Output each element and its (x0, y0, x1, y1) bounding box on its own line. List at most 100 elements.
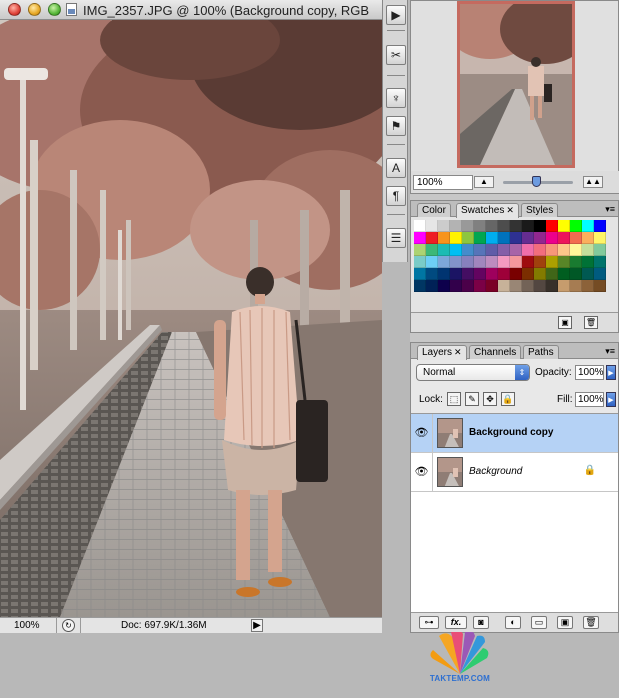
color-swatch[interactable] (558, 220, 570, 232)
color-swatch[interactable] (546, 280, 558, 292)
color-swatch[interactable] (486, 244, 498, 256)
color-swatch[interactable] (594, 232, 606, 244)
color-swatch[interactable] (414, 280, 426, 292)
color-swatch[interactable] (450, 220, 462, 232)
color-swatch[interactable] (570, 268, 582, 280)
document-proxy-icon[interactable] (66, 3, 77, 16)
color-swatch[interactable] (486, 280, 498, 292)
color-swatch[interactable] (510, 232, 522, 244)
color-swatch[interactable] (570, 232, 582, 244)
tab-swatches[interactable]: Swatches ✕ (456, 203, 519, 218)
color-swatch[interactable] (534, 232, 546, 244)
color-swatch[interactable] (582, 268, 594, 280)
tab-color[interactable]: Color (417, 203, 451, 217)
stamp-icon[interactable]: ⚑ (386, 116, 406, 136)
color-swatch[interactable] (522, 244, 534, 256)
color-swatch[interactable] (498, 280, 510, 292)
color-swatch[interactable] (474, 244, 486, 256)
color-swatch[interactable] (414, 244, 426, 256)
add-mask-icon[interactable]: ◙ (473, 616, 489, 629)
character-icon[interactable]: A (386, 158, 406, 178)
layer-style-fx-icon[interactable]: fx. (445, 616, 467, 629)
color-swatch[interactable] (522, 268, 534, 280)
color-swatch[interactable] (414, 256, 426, 268)
color-swatch[interactable] (462, 280, 474, 292)
color-swatch[interactable] (498, 256, 510, 268)
image-canvas[interactable] (0, 20, 382, 617)
zoom-out-mountain-icon[interactable]: ▲ (474, 176, 494, 188)
lock-image-pixels-icon[interactable]: ✎ (465, 392, 479, 406)
lock-position-icon[interactable]: ✥ (483, 392, 497, 406)
color-swatch[interactable] (546, 256, 558, 268)
color-swatch[interactable] (546, 232, 558, 244)
color-swatch[interactable] (426, 232, 438, 244)
color-swatch[interactable] (546, 268, 558, 280)
color-swatch[interactable] (510, 256, 522, 268)
color-swatch[interactable] (558, 232, 570, 244)
color-swatch[interactable] (462, 220, 474, 232)
color-swatch[interactable] (582, 280, 594, 292)
color-swatch[interactable] (594, 280, 606, 292)
tab-paths[interactable]: Paths (523, 345, 559, 359)
color-swatch[interactable] (498, 268, 510, 280)
navigator-thumbnail[interactable] (457, 1, 575, 168)
color-swatch[interactable] (522, 280, 534, 292)
color-swatch[interactable] (534, 268, 546, 280)
color-swatch[interactable] (462, 244, 474, 256)
lock-transparent-pixels-icon[interactable]: ⬚ (447, 392, 461, 406)
color-swatch[interactable] (570, 244, 582, 256)
delete-swatch-icon[interactable]: 🗑 (584, 316, 598, 329)
opacity-slider-arrow-icon[interactable]: ▶ (606, 365, 616, 380)
layer-row-background[interactable]: 👁 Background 🔒 (411, 453, 618, 492)
color-swatch[interactable] (426, 268, 438, 280)
color-swatch[interactable] (546, 244, 558, 256)
eye-icon[interactable]: 👁 (411, 453, 433, 491)
adjustment-layer-icon[interactable]: ◐ (505, 616, 521, 629)
color-swatch[interactable] (594, 268, 606, 280)
color-swatch[interactable] (534, 256, 546, 268)
color-swatch[interactable] (426, 220, 438, 232)
layer-row-background-copy[interactable]: 👁 Background copy (411, 414, 618, 453)
minimize-window-button[interactable] (28, 3, 41, 16)
color-swatch[interactable] (522, 232, 534, 244)
color-swatch[interactable] (570, 220, 582, 232)
play-icon[interactable]: ▶ (386, 5, 406, 25)
color-swatch[interactable] (450, 256, 462, 268)
color-swatch[interactable] (438, 256, 450, 268)
navigator-zoom-slider-knob[interactable] (532, 176, 542, 187)
zoom-window-button[interactable] (48, 3, 61, 16)
color-swatch[interactable] (486, 256, 498, 268)
color-swatch[interactable] (534, 280, 546, 292)
color-swatch[interactable] (558, 244, 570, 256)
color-swatch[interactable] (426, 244, 438, 256)
color-swatch[interactable] (474, 220, 486, 232)
color-swatch[interactable] (498, 232, 510, 244)
panel-menu-icon[interactable]: ▾≡ (605, 204, 615, 215)
color-swatch[interactable] (414, 232, 426, 244)
color-swatch[interactable] (474, 268, 486, 280)
color-swatch[interactable] (450, 244, 462, 256)
color-swatch[interactable] (594, 244, 606, 256)
color-swatch[interactable] (510, 268, 522, 280)
new-group-folder-icon[interactable]: ▭ (531, 616, 547, 629)
color-swatch[interactable] (510, 244, 522, 256)
paragraph-icon[interactable]: ¶ (386, 186, 406, 206)
color-swatch[interactable] (498, 220, 510, 232)
color-swatch[interactable] (558, 280, 570, 292)
color-swatch[interactable] (570, 280, 582, 292)
blend-mode-select[interactable]: Normal ⇕ (416, 364, 530, 381)
color-swatch[interactable] (486, 232, 498, 244)
panel-menu-icon[interactable]: ▾≡ (605, 346, 615, 357)
color-swatch[interactable] (510, 280, 522, 292)
color-swatch[interactable] (558, 268, 570, 280)
color-swatch[interactable] (522, 220, 534, 232)
color-swatch[interactable] (534, 244, 546, 256)
tab-channels[interactable]: Channels (469, 345, 522, 359)
color-swatch[interactable] (450, 280, 462, 292)
color-swatch[interactable] (462, 268, 474, 280)
status-zoom-field[interactable]: 100% (14, 620, 40, 631)
color-swatch[interactable] (438, 268, 450, 280)
opacity-field[interactable]: 100% (575, 365, 604, 380)
link-layers-icon[interactable]: ⊶ (419, 616, 439, 629)
color-swatch[interactable] (534, 220, 546, 232)
